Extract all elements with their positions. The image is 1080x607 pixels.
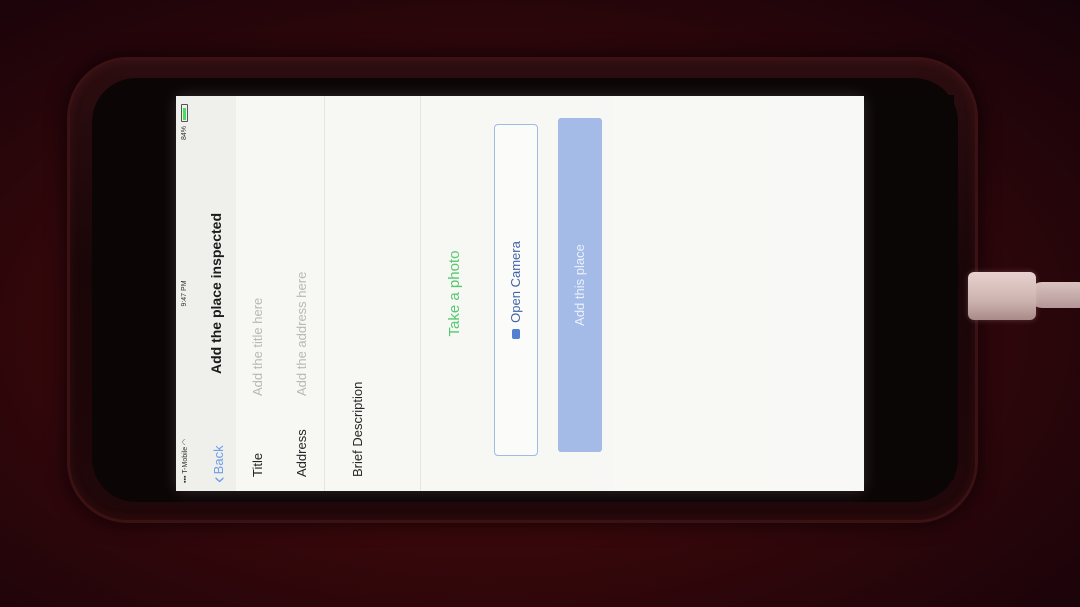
phone-chin: [864, 95, 954, 480]
scene: ▪▪▪ T-Mobile ◠ 9:47 PM 84% ‹Back Add the…: [0, 0, 1080, 607]
status-time: 9:47 PM: [181, 280, 188, 307]
address-row[interactable]: Address Add the address here: [280, 96, 325, 491]
camera-icon: [512, 328, 520, 339]
battery-fill: [183, 108, 186, 120]
address-input[interactable]: Add the address here: [294, 272, 309, 396]
title-label: Title: [250, 452, 265, 477]
battery-percent: 84%: [181, 126, 188, 141]
title-row[interactable]: Title Add the title here: [236, 96, 281, 491]
navigation-bar: ‹Back Add the place inspected: [194, 96, 237, 491]
address-label: Address: [294, 429, 309, 477]
open-camera-label: Open Camera: [508, 241, 523, 323]
page-title: Add the place inspected: [208, 212, 224, 375]
add-this-place-button[interactable]: Add this place: [558, 118, 602, 452]
status-bar: ▪▪▪ T-Mobile ◠ 9:47 PM 84%: [176, 96, 194, 491]
open-camera-button[interactable]: Open Camera: [494, 124, 538, 456]
phone-screen: ▪▪▪ T-Mobile ◠ 9:47 PM 84% ‹Back Add the…: [176, 96, 864, 491]
take-photo-heading: Take a photo: [446, 250, 463, 337]
lightning-plug: [968, 272, 1036, 320]
battery-icon: [181, 104, 188, 122]
add-this-place-label: Add this place: [572, 244, 587, 326]
title-input[interactable]: Add the title here: [250, 298, 265, 396]
charging-cable: [1030, 282, 1080, 308]
description-row[interactable]: Brief Description: [324, 96, 421, 491]
description-label: Brief Description: [350, 381, 365, 477]
app-screen: ▪▪▪ T-Mobile ◠ 9:47 PM 84% ‹Back Add the…: [176, 96, 864, 491]
